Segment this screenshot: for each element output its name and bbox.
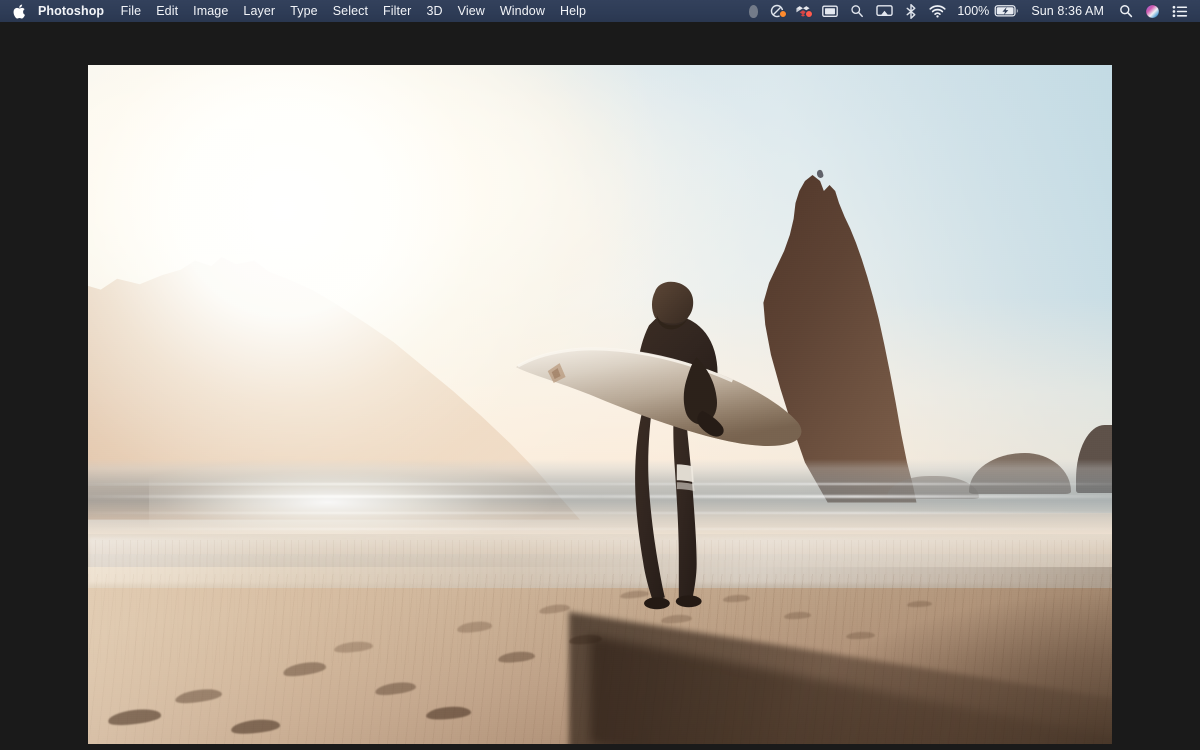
menu-item-layer[interactable]: Layer xyxy=(236,0,283,22)
apple-logo-icon[interactable] xyxy=(8,0,30,22)
do-not-disturb-icon[interactable] xyxy=(764,0,790,22)
desktop-background xyxy=(0,22,1200,750)
menu-item-view[interactable]: View xyxy=(450,0,492,22)
wifi-icon[interactable] xyxy=(923,0,952,22)
menu-bar-clock[interactable]: Sun 8:36 AM xyxy=(1021,0,1113,22)
menu-item-file[interactable]: File xyxy=(113,0,149,22)
menu-item-filter[interactable]: Filter xyxy=(376,0,419,22)
screen: Photoshop File Edit Image Layer Type Sel… xyxy=(0,0,1200,750)
menu-item-3d[interactable]: 3D xyxy=(419,0,450,22)
menu-item-window[interactable]: Window xyxy=(492,0,552,22)
image-canvas[interactable] xyxy=(88,65,1112,744)
menu-extra-blob-icon[interactable] xyxy=(743,0,764,22)
menu-bar-status-area: 100% Sun 8:36 AM xyxy=(743,0,1194,22)
surfer-with-surfboard xyxy=(508,252,836,639)
battery-percent-label: 100% xyxy=(957,4,990,18)
spotlight-extra-icon[interactable] xyxy=(844,0,870,22)
macos-menu-bar: Photoshop File Edit Image Layer Type Sel… xyxy=(0,0,1200,22)
menu-item-type[interactable]: Type xyxy=(283,0,326,22)
menu-bar-left: Photoshop File Edit Image Layer Type Sel… xyxy=(8,0,594,22)
battery-icon[interactable] xyxy=(992,0,1021,22)
search-icon[interactable] xyxy=(1113,0,1139,22)
menu-item-select[interactable]: Select xyxy=(325,0,375,22)
dropbox-icon[interactable] xyxy=(790,0,816,22)
airplay-icon[interactable] xyxy=(870,0,899,22)
menu-item-edit[interactable]: Edit xyxy=(149,0,186,22)
control-center-icon[interactable] xyxy=(1166,0,1194,22)
menu-item-image[interactable]: Image xyxy=(186,0,236,22)
menu-item-help[interactable]: Help xyxy=(552,0,593,22)
display-icon[interactable] xyxy=(816,0,844,22)
menu-app-name[interactable]: Photoshop xyxy=(32,0,113,22)
beach-surfer-photograph xyxy=(88,65,1112,744)
bluetooth-icon[interactable] xyxy=(899,0,923,22)
siri-icon[interactable] xyxy=(1139,0,1166,22)
